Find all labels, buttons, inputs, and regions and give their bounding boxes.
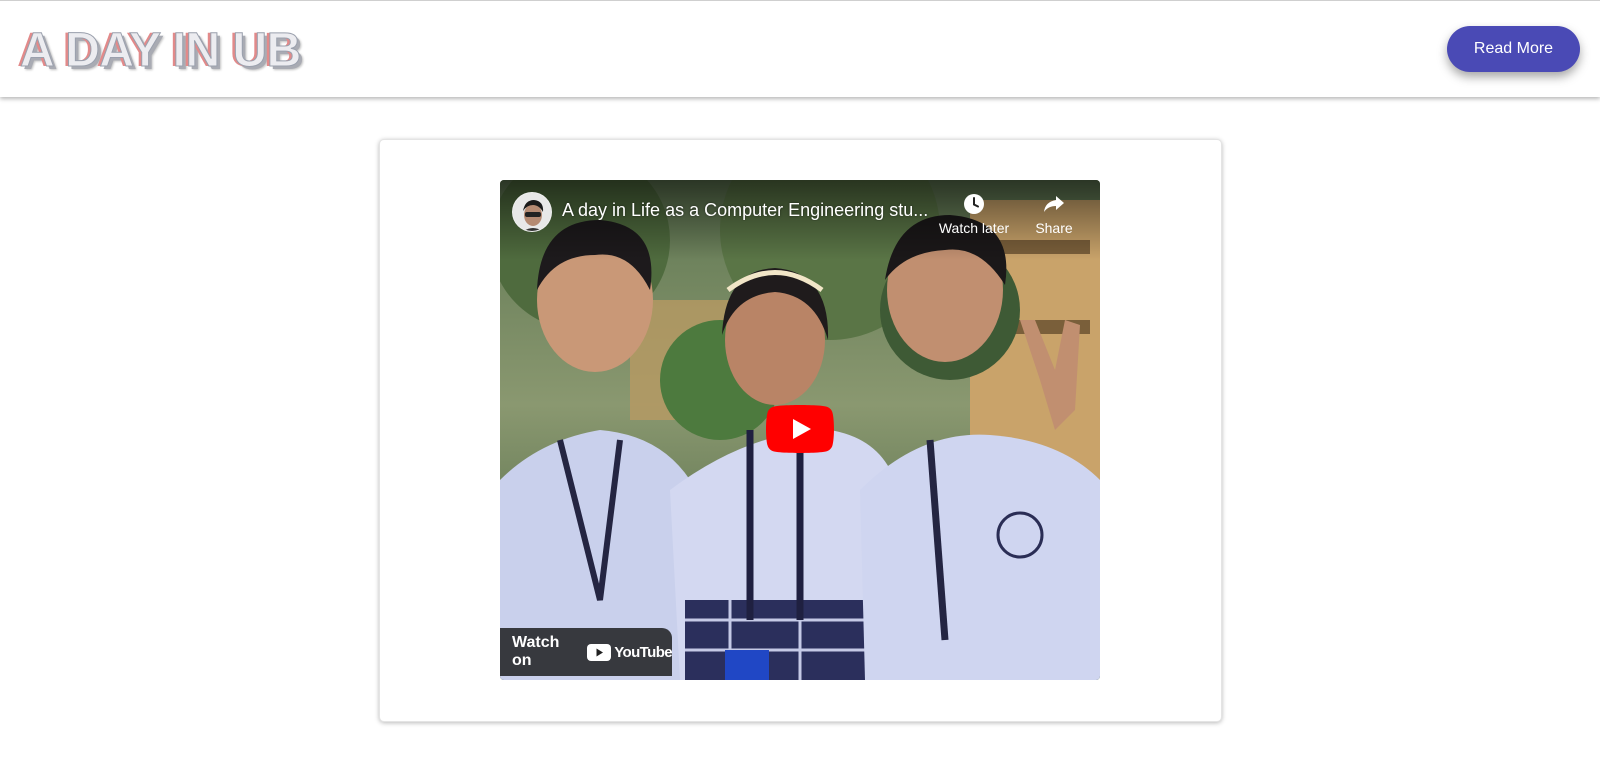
watch-later-button[interactable]: Watch later bbox=[934, 192, 1014, 242]
share-arrow-icon bbox=[1014, 192, 1094, 220]
share-label: Share bbox=[1035, 220, 1073, 236]
video-title[interactable]: A day in Life as a Computer Engineering … bbox=[562, 200, 942, 221]
watch-later-label: Watch later bbox=[938, 220, 1010, 236]
watch-on-label: Watch on bbox=[512, 634, 560, 669]
site-title: A DAY IN UB bbox=[20, 24, 302, 77]
youtube-embed[interactable]: A day in Life as a Computer Engineering … bbox=[500, 180, 1100, 680]
clock-icon bbox=[934, 192, 1014, 220]
top-bar: A DAY IN UB Read More bbox=[0, 0, 1600, 97]
play-button[interactable] bbox=[766, 405, 834, 453]
read-more-button[interactable]: Read More bbox=[1447, 26, 1580, 72]
youtube-logo-icon bbox=[587, 643, 612, 661]
share-button[interactable]: Share bbox=[1014, 192, 1094, 242]
youtube-logo-text: YouTube bbox=[614, 643, 672, 661]
avatar-image bbox=[513, 193, 551, 231]
play-icon bbox=[766, 405, 834, 453]
channel-avatar[interactable] bbox=[512, 192, 552, 232]
watch-on-youtube-button[interactable]: Watch on YouTube bbox=[500, 628, 673, 676]
youtube-logo: YouTube bbox=[587, 643, 673, 661]
